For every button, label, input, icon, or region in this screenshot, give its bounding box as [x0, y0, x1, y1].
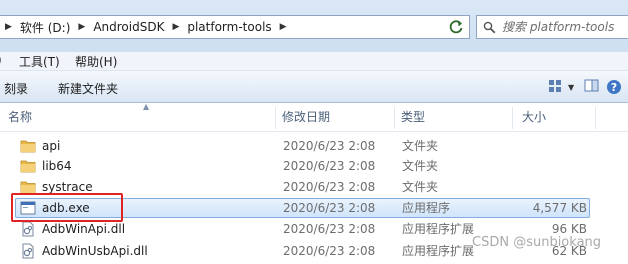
column-header-name[interactable]: 名称 — [4, 103, 275, 131]
file-type: 应用程序扩展 — [402, 244, 475, 258]
search-icon — [483, 21, 496, 33]
file-date: 2020/6/23 2:08 — [283, 180, 376, 194]
menu-item-partial[interactable]: ) — [0, 53, 2, 67]
watermark: CSDN @sunbiokang — [472, 235, 602, 250]
menu-bar: ) 工具(T) 帮助(H) — [0, 52, 628, 71]
file-size: 4,577 KB — [532, 201, 587, 215]
address-bar[interactable]: ▶ 软件 (D:) ▶ AndroidSDK ▶ platform-tools … — [0, 15, 470, 39]
folder-icon — [20, 160, 36, 173]
address-bar-area: ▶ 软件 (D:) ▶ AndroidSDK ▶ platform-tools … — [0, 0, 628, 52]
chevron-right-icon[interactable]: ▶ — [70, 22, 93, 32]
file-name: AdbWinUsbApi.dll — [42, 244, 148, 258]
help-button[interactable]: ? — [606, 79, 622, 98]
file-name: lib64 — [42, 159, 72, 173]
dll-icon — [22, 221, 34, 237]
svg-text:?: ? — [611, 81, 617, 94]
menu-item-help[interactable]: 帮助(H) — [75, 53, 117, 70]
view-dropdown-icon[interactable]: ▼ — [568, 83, 574, 92]
column-divider[interactable] — [275, 107, 276, 129]
file-date: 2020/6/23 2:08 — [283, 201, 376, 215]
red-annotation-box — [11, 193, 123, 222]
column-divider[interactable] — [595, 107, 596, 129]
file-type: 文件夹 — [402, 180, 439, 194]
file-type: 文件夹 — [402, 139, 439, 153]
column-divider[interactable] — [394, 107, 395, 129]
chevron-right-icon[interactable]: ▶ — [272, 22, 295, 32]
menu-item-tools[interactable]: 工具(T) — [19, 53, 60, 70]
chevron-right-icon[interactable]: ▶ — [0, 22, 20, 32]
breadcrumb-androidsdk[interactable]: AndroidSDK — [93, 20, 164, 34]
file-name: api — [42, 139, 61, 153]
file-date: 2020/6/23 2:08 — [283, 244, 376, 258]
file-date: 2020/6/23 2:08 — [283, 222, 376, 236]
burn-button[interactable]: 刻录 — [4, 80, 28, 97]
column-header-type[interactable]: 类型 — [397, 103, 512, 131]
column-divider[interactable] — [512, 107, 513, 129]
chevron-right-icon[interactable]: ▶ — [164, 22, 187, 32]
search-input[interactable] — [500, 19, 624, 35]
file-row-api[interactable]: api 2020/6/23 2:08 文件夹 — [0, 136, 628, 156]
search-box[interactable] — [476, 15, 628, 39]
command-bar: 刻录 新建文件夹 ▼ ? — [0, 71, 628, 103]
column-header-row: 名称 修改日期 类型 大小 — [0, 103, 628, 132]
file-type: 应用程序扩展 — [402, 222, 475, 236]
column-header-size[interactable]: 大小 — [518, 103, 598, 131]
column-header-date[interactable]: 修改日期 — [278, 103, 394, 131]
file-date: 2020/6/23 2:08 — [283, 139, 376, 153]
sort-ascending-icon: ▲ — [143, 102, 150, 111]
file-type: 应用程序 — [402, 201, 451, 215]
file-date: 2020/6/23 2:08 — [283, 159, 376, 173]
dll-icon — [22, 243, 34, 259]
preview-pane-button[interactable] — [584, 79, 600, 96]
preview-pane-icon — [584, 79, 599, 92]
file-type: 文件夹 — [402, 159, 439, 173]
refresh-button[interactable] — [442, 15, 470, 39]
breadcrumb-drive[interactable]: 软件 (D:) — [20, 19, 70, 36]
view-icon — [549, 80, 561, 92]
file-row-lib64[interactable]: lib64 2020/6/23 2:08 文件夹 — [0, 156, 628, 176]
breadcrumb-platform-tools[interactable]: platform-tools — [187, 20, 271, 34]
new-folder-button[interactable]: 新建文件夹 — [58, 80, 118, 97]
folder-icon — [20, 140, 36, 153]
help-icon: ? — [607, 80, 621, 94]
refresh-icon — [449, 20, 463, 34]
file-name: AdbWinApi.dll — [42, 222, 126, 236]
view-options-button[interactable] — [548, 79, 564, 96]
